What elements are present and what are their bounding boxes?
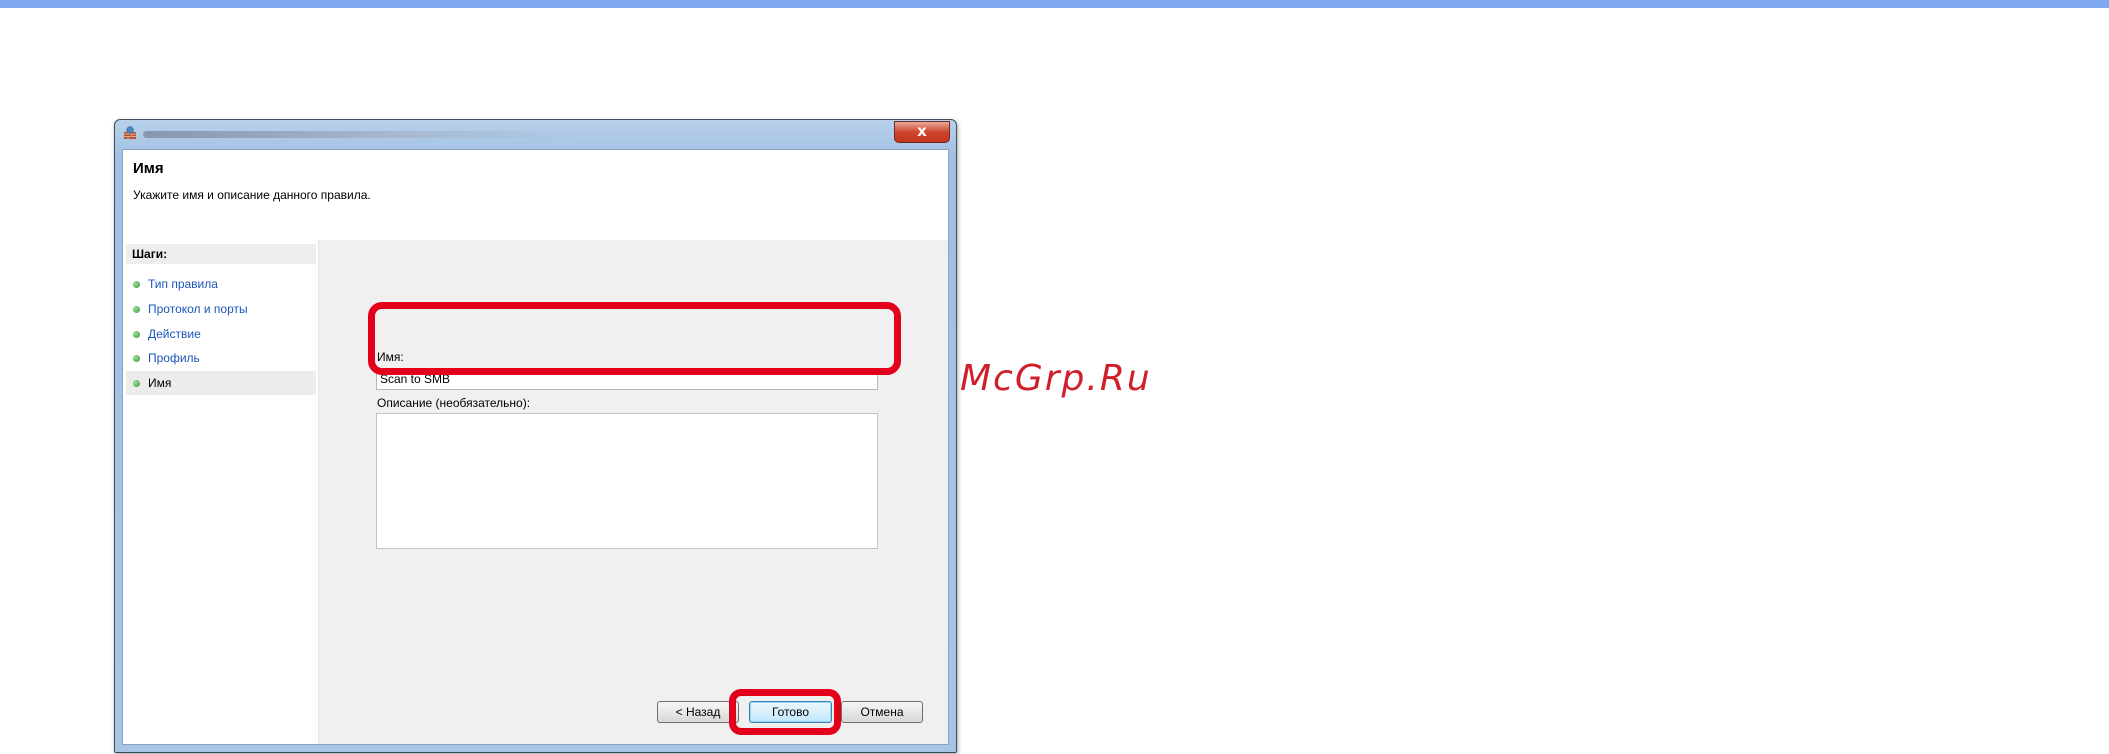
close-button[interactable]: x [894,121,950,143]
steps-pane: Шаги: Тип правила Протокол и порты Дейст… [123,240,319,744]
step-label: Профиль [148,351,200,365]
description-input[interactable] [376,413,878,549]
watermark: McGrp.Ru [960,358,1152,399]
step-label: Протокол и порты [148,302,248,316]
page-title: Имя [133,160,164,177]
description-label: Описание (необязательно): [377,396,531,410]
step-complete-icon [133,306,140,313]
wizard-client-area: Имя Укажите имя и описание данного прави… [122,149,949,745]
firewall-icon [124,126,136,139]
step-current-icon [133,380,140,387]
back-button[interactable]: < Назад [657,701,739,723]
wizard-window: x Имя Укажите имя и описание данного пра… [114,119,957,753]
step-complete-icon [133,355,140,362]
step-rule-type[interactable]: Тип правила [126,272,316,296]
cancel-button[interactable]: Отмена [841,701,923,723]
finish-button-highlight [729,689,841,735]
step-label: Действие [148,327,201,341]
wizard-header: Имя Укажите имя и описание данного прави… [123,150,948,240]
title-bar[interactable]: x [115,120,956,144]
step-label: Тип правила [148,277,218,291]
step-complete-icon [133,331,140,338]
step-protocol-ports[interactable]: Протокол и порты [126,297,316,321]
top-accent-bar [0,0,2109,8]
step-profile[interactable]: Профиль [126,346,316,370]
name-field-highlight [368,302,901,375]
steps-heading: Шаги: [126,244,316,264]
window-title-obscured [143,131,583,138]
step-complete-icon [133,281,140,288]
step-name[interactable]: Имя [126,371,316,395]
step-action[interactable]: Действие [126,322,316,346]
step-label: Имя [148,376,172,390]
page-subtitle: Укажите имя и описание данного правила. [133,188,371,202]
